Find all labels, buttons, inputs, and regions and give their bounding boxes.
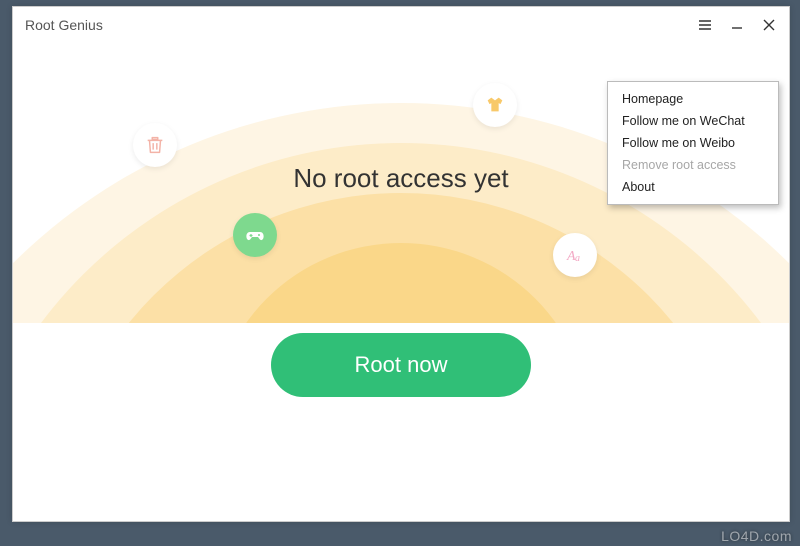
menu-item-about[interactable]: About xyxy=(608,176,778,198)
menu-icon[interactable] xyxy=(697,17,713,33)
titlebar-controls xyxy=(697,17,777,33)
watermark: LO4D.com xyxy=(721,528,792,544)
main-menu-dropdown: Homepage Follow me on WeChat Follow me o… xyxy=(607,81,779,205)
content-area: Aa No root access yet Root now Homepage … xyxy=(13,43,789,521)
menu-item-weibo[interactable]: Follow me on Weibo xyxy=(608,132,778,154)
menu-item-homepage[interactable]: Homepage xyxy=(608,88,778,110)
font-icon: Aa xyxy=(553,233,597,277)
svg-text:a: a xyxy=(575,253,580,264)
trash-icon xyxy=(133,123,177,167)
app-window: Root Genius Aa N xyxy=(12,6,790,522)
window-title: Root Genius xyxy=(25,17,103,33)
menu-item-wechat[interactable]: Follow me on WeChat xyxy=(608,110,778,132)
menu-item-remove-root: Remove root access xyxy=(608,154,778,176)
titlebar: Root Genius xyxy=(13,7,789,43)
close-icon[interactable] xyxy=(761,17,777,33)
shirt-icon xyxy=(473,83,517,127)
root-now-button[interactable]: Root now xyxy=(271,333,531,397)
gamepad-icon xyxy=(233,213,277,257)
minimize-icon[interactable] xyxy=(729,17,745,33)
